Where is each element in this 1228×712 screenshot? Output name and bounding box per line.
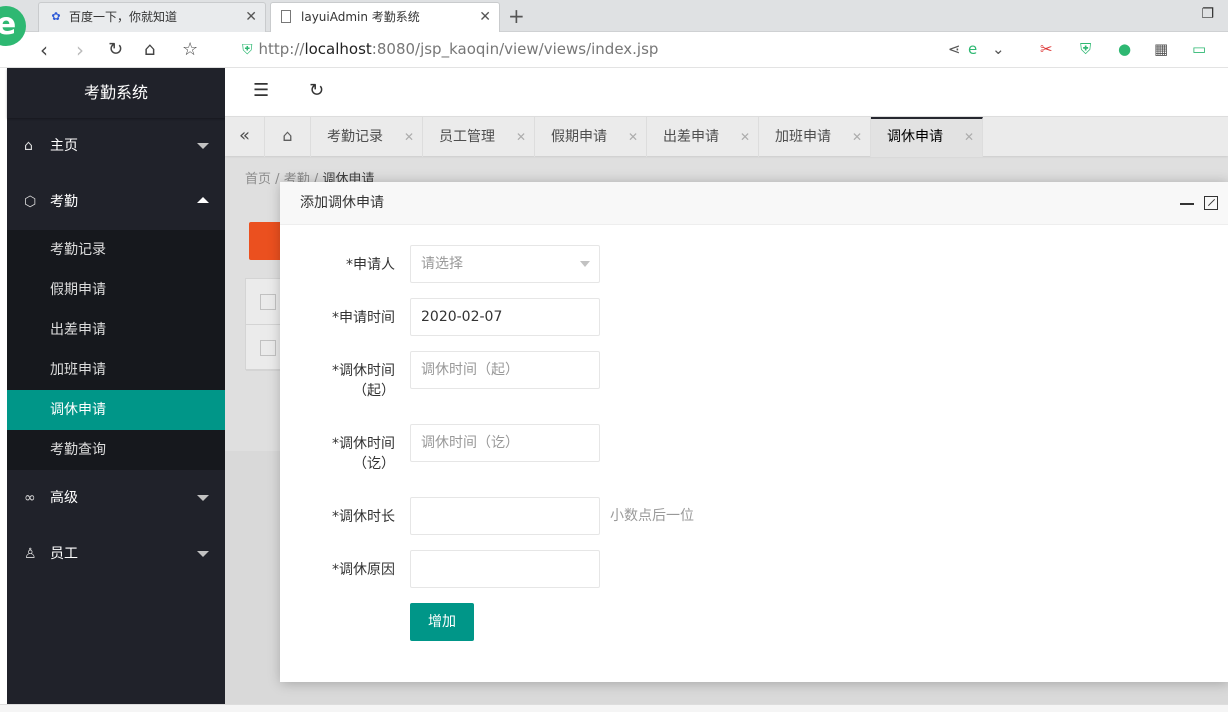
refresh-icon[interactable]: ↻ <box>309 80 324 101</box>
add-compensatory-leave-dialog: 添加调休申请 *申请人 请选择 *申请时间 2020-02-07 *调休时间 （… <box>280 182 1228 682</box>
sidebar-item-attendance-query[interactable]: 考勤查询 <box>7 430 225 470</box>
applicant-select[interactable]: 请选择 <box>410 245 600 283</box>
minimize-icon[interactable] <box>1180 203 1194 205</box>
app-title: 考勤系统 <box>7 68 225 118</box>
user-icon: ♙ <box>24 546 37 562</box>
field-label: *调休原因 <box>332 562 395 578</box>
browser-tab-title: layuiAdmin 考勤系统 <box>301 10 420 24</box>
close-tab-icon[interactable]: ✕ <box>479 3 491 31</box>
browser-tab-baidu[interactable]: ✿ 百度一下，你就知道 ✕ <box>38 2 266 32</box>
sidebar-submenu: 考勤记录 假期申请 出差申请 加班申请 调休申请 考勤查询 <box>7 230 225 470</box>
apply-time-input[interactable]: 2020-02-07 <box>410 298 600 336</box>
sidebar-item-employee[interactable]: ♙ 员工 <box>7 526 225 582</box>
sidebar-item-compensatory-leave[interactable]: 调休申请 <box>7 390 225 430</box>
reload-icon[interactable]: ↻ <box>108 39 123 60</box>
browser-tab-layuiadmin[interactable]: layuiAdmin 考勤系统 ✕ <box>270 2 500 32</box>
browser-tab-bar: e ✿ 百度一下，你就知道 ✕ layuiAdmin 考勤系统 ✕ + ❐ <box>0 0 1228 46</box>
chevron-down-icon <box>197 495 209 501</box>
new-tab-button[interactable]: + <box>508 4 525 28</box>
battery-icon: ▭ <box>1192 40 1207 58</box>
sidebar-item-attendance[interactable]: ⬡ 考勤 <box>7 174 225 230</box>
sidebar-item-business-trip[interactable]: 出差申请 <box>7 310 225 350</box>
window-restore-icon[interactable]: ❐ <box>1201 6 1214 22</box>
field-label: *申请时间 <box>332 310 395 326</box>
close-tab-icon[interactable]: ✕ <box>245 3 257 31</box>
address-bar: ‹ › ↻ ⌂ ☆ ⛨ http://localhost:8080/jsp_kao… <box>0 32 1228 68</box>
top-header: ☰ ↻ <box>225 68 1228 116</box>
home-icon: ⌂ <box>24 138 33 154</box>
share-icon[interactable]: ⋖ <box>948 40 961 58</box>
infinity-icon: ∞ <box>24 490 36 506</box>
sidebar-item-leave-request[interactable]: 假期申请 <box>7 270 225 310</box>
menu-collapse-icon[interactable]: ☰ <box>253 80 269 101</box>
status-bar <box>0 704 1228 712</box>
home-icon[interactable]: ⌂ <box>144 39 155 60</box>
page-icon <box>281 10 291 23</box>
shield-icon: ⛨ <box>242 42 253 58</box>
extension-icon[interactable]: ● <box>1118 40 1131 58</box>
chevron-up-icon <box>197 197 209 203</box>
scissors-icon[interactable]: ✂ <box>1040 40 1053 58</box>
chevron-down-icon <box>197 551 209 557</box>
sidebar: 考勤系统 ⌂ 主页 ⬡ 考勤 考勤记录 假期申请 出差申请 加班申请 调休申请 … <box>7 68 225 712</box>
duration-hint: 小数点后一位 <box>610 508 694 524</box>
field-label: *调休时长 <box>332 509 395 525</box>
url-field[interactable]: ⛨ http://localhost:8080/jsp_kaoqin/view/v… <box>242 40 658 58</box>
shield-icon[interactable]: ⛨ <box>1080 40 1091 58</box>
chevron-down-icon <box>197 143 209 149</box>
forward-icon[interactable]: › <box>76 38 84 62</box>
baidu-icon: ✿ <box>51 10 61 23</box>
back-icon[interactable]: ‹ <box>40 38 48 62</box>
browser-tab-title: 百度一下，你就知道 <box>69 10 178 24</box>
sidebar-item-advanced[interactable]: ∞ 高级 <box>7 470 225 526</box>
apps-icon[interactable]: ▦ <box>1154 40 1168 58</box>
sidebar-item-overtime[interactable]: 加班申请 <box>7 350 225 390</box>
reason-input[interactable] <box>410 550 600 588</box>
cube-icon: ⬡ <box>24 194 37 210</box>
leave-start-input[interactable]: 调休时间（起） <box>410 351 600 389</box>
chevron-down-icon <box>580 261 590 267</box>
field-label: *调休时间 （讫） <box>332 436 395 472</box>
field-label: *调休时间 （起） <box>332 363 395 399</box>
add-button[interactable]: 增加 <box>410 603 474 641</box>
maximize-icon[interactable] <box>1204 196 1218 210</box>
star-icon[interactable]: ☆ <box>182 39 198 60</box>
sidebar-item-home[interactable]: ⌂ 主页 <box>7 118 225 174</box>
sidebar-item-attendance-record[interactable]: 考勤记录 <box>7 230 225 270</box>
dialog-title: 添加调休申请 <box>300 195 384 211</box>
leave-end-input[interactable]: 调休时间（讫） <box>410 424 600 462</box>
ie-mode-icon[interactable]: e <box>968 40 977 58</box>
duration-input[interactable] <box>410 497 600 535</box>
dialog-title-bar: 添加调休申请 <box>280 182 1228 225</box>
field-label: *申请人 <box>346 257 395 273</box>
chevron-down-icon[interactable]: ⌄ <box>992 40 1005 58</box>
